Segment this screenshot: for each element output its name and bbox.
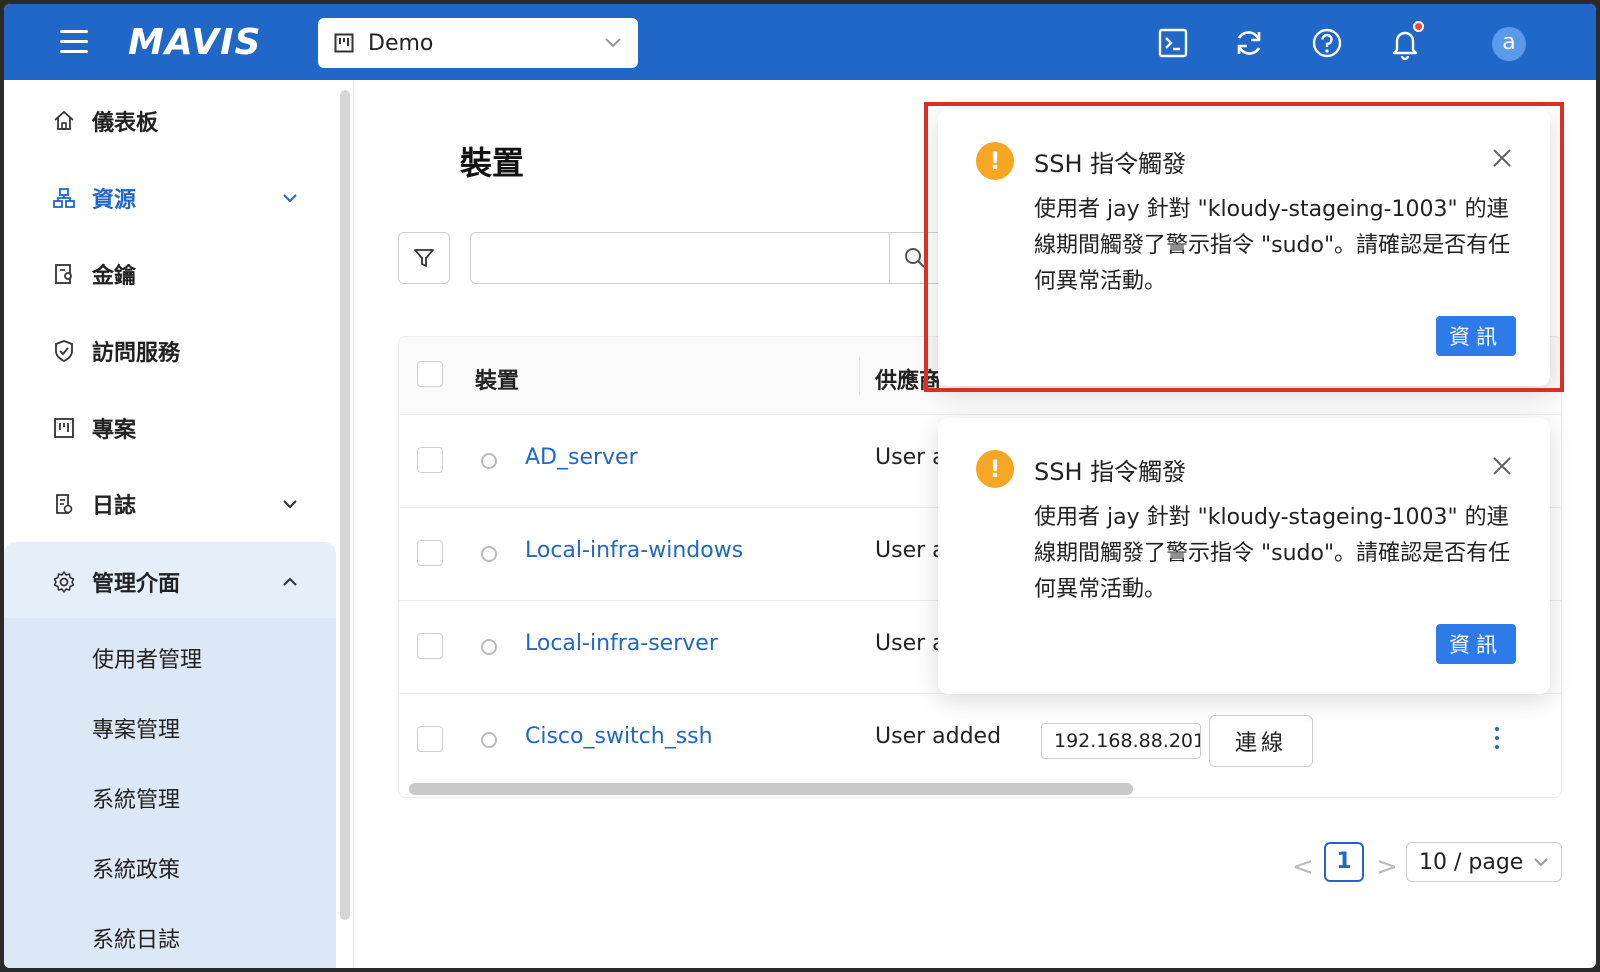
chevron-up-icon xyxy=(283,577,297,586)
provider-cell: User a xyxy=(875,631,946,656)
sidebar-item-label: 專案 xyxy=(92,418,137,443)
search-button[interactable] xyxy=(890,232,940,284)
device-link[interactable]: AD_server xyxy=(525,445,638,470)
shield-check-icon xyxy=(55,340,73,363)
sidebar-sub-system-management[interactable]: 系統管理 xyxy=(92,782,180,814)
refresh-icon[interactable] xyxy=(1232,26,1266,60)
menu-icon[interactable] xyxy=(60,30,88,54)
sidebar-item-dashboard[interactable]: 儀表板 xyxy=(4,85,336,157)
pagination-prev[interactable]: < xyxy=(1292,852,1314,882)
status-dot xyxy=(481,732,497,748)
select-all-checkbox[interactable] xyxy=(417,361,443,387)
sidebar-item-keys[interactable]: 金鑰 xyxy=(4,238,336,310)
status-dot xyxy=(481,546,497,562)
search-icon xyxy=(904,248,925,268)
sidebar-sub-project-management[interactable]: 專案管理 xyxy=(92,712,180,744)
notification-message: 使用者 jay 針對 "kloudy-stageing-1003" 的連線期間觸… xyxy=(1034,505,1511,602)
pagination-next[interactable]: > xyxy=(1376,852,1398,882)
warning-icon: ! xyxy=(976,142,1014,180)
close-icon[interactable] xyxy=(1490,454,1514,478)
table-row: Cisco_switch_ssh User added 192.168.88.2… xyxy=(399,694,1561,787)
notification-title: SSH 指令觸發 xyxy=(1034,458,1187,486)
app-window: MAVIS Demo a 儀表板 資源 金鑰 訪問服務 專案 日誌 管理介面 使… xyxy=(4,4,1596,968)
table-horizontal-scrollbar[interactable] xyxy=(409,783,1133,795)
key-card-icon xyxy=(55,264,72,284)
sidebar-item-access-services[interactable]: 訪問服務 xyxy=(4,315,336,387)
column-divider[interactable] xyxy=(859,357,860,395)
sidebar-item-admin[interactable]: 管理介面 xyxy=(4,546,336,618)
status-dot xyxy=(481,453,497,469)
device-link[interactable]: Local-infra-server xyxy=(525,631,718,656)
sidebar-item-label: 管理介面 xyxy=(92,572,181,597)
notification-title: SSH 指令觸發 xyxy=(1034,150,1187,178)
column-header-provider[interactable]: 供應商 xyxy=(875,363,941,395)
filter-icon xyxy=(414,249,434,267)
info-button[interactable]: 資訊 xyxy=(1436,316,1516,356)
sidebar-sub-system-policy[interactable]: 系統政策 xyxy=(92,852,180,884)
filter-button[interactable] xyxy=(398,232,450,284)
row-checkbox[interactable] xyxy=(417,633,443,659)
ip-address-field[interactable]: 192.168.88.201 xyxy=(1041,723,1201,759)
project-select[interactable]: Demo xyxy=(318,18,638,68)
device-link[interactable]: Cisco_switch_ssh xyxy=(525,724,713,749)
sidebar-item-label: 訪問服務 xyxy=(92,341,181,366)
warning-icon: ! xyxy=(976,450,1014,488)
sidebar-item-label: 金鑰 xyxy=(92,264,137,289)
row-checkbox[interactable] xyxy=(417,540,443,566)
sidebar-item-label: 資源 xyxy=(92,188,137,213)
row-checkbox[interactable] xyxy=(417,447,443,473)
terminal-icon[interactable] xyxy=(1156,26,1190,60)
notification-badge xyxy=(1413,21,1424,32)
page-title: 裝置 xyxy=(460,144,525,182)
gear-icon xyxy=(53,571,75,593)
chevron-down-icon xyxy=(1534,858,1548,867)
connect-button[interactable]: 連線 xyxy=(1209,715,1313,767)
top-header: MAVIS Demo a xyxy=(4,4,1596,80)
row-checkbox[interactable] xyxy=(417,726,443,752)
close-icon[interactable] xyxy=(1490,146,1514,170)
log-file-icon xyxy=(56,494,73,514)
provider-cell: User a xyxy=(875,445,946,470)
sidebar: 儀表板 資源 金鑰 訪問服務 專案 日誌 管理介面 使用者管理 專案管理 系統管… xyxy=(4,80,354,968)
chevron-down-icon xyxy=(283,500,297,509)
project-select-value: Demo xyxy=(368,30,434,56)
sidebar-item-resources[interactable]: 資源 xyxy=(4,162,336,234)
chevron-down-icon xyxy=(283,194,297,203)
avatar[interactable]: a xyxy=(1492,27,1526,61)
notification-card: ! SSH 指令觸發 使用者 jay 針對 "kloudy-stageing-1… xyxy=(938,110,1550,386)
sidebar-sub-system-logs[interactable]: 系統日誌 xyxy=(92,922,180,954)
chevron-down-icon xyxy=(605,38,621,48)
device-link[interactable]: Local-infra-windows xyxy=(525,538,743,563)
notification-message: 使用者 jay 針對 "kloudy-stageing-1003" 的連線期間觸… xyxy=(1034,197,1511,294)
home-icon xyxy=(54,110,74,130)
admin-section: 管理介面 使用者管理 專案管理 系統管理 系統政策 系統日誌 xyxy=(4,542,336,968)
page-size-select[interactable]: 10 / page xyxy=(1406,842,1562,882)
help-icon[interactable] xyxy=(1310,26,1344,60)
page-size-value: 10 / page xyxy=(1419,849,1524,875)
sidebar-sub-user-management[interactable]: 使用者管理 xyxy=(92,642,202,674)
sidebar-scrollbar[interactable] xyxy=(340,90,350,920)
cluster-icon xyxy=(53,188,75,208)
more-actions-icon[interactable] xyxy=(1487,724,1507,754)
search-input[interactable] xyxy=(470,232,890,284)
board-icon xyxy=(334,33,354,53)
status-dot xyxy=(481,639,497,655)
app-logo[interactable]: MAVIS xyxy=(128,22,261,63)
column-header-device[interactable]: 裝置 xyxy=(475,363,519,395)
provider-cell: User a xyxy=(875,538,946,563)
info-button[interactable]: 資訊 xyxy=(1436,624,1516,664)
notification-card: ! SSH 指令觸發 使用者 jay 針對 "kloudy-stageing-1… xyxy=(938,418,1550,694)
sidebar-item-projects[interactable]: 專案 xyxy=(4,392,336,464)
sidebar-item-label: 儀表板 xyxy=(92,111,159,136)
pagination-current-page[interactable]: 1 xyxy=(1324,842,1364,882)
sidebar-item-logs[interactable]: 日誌 xyxy=(4,468,336,540)
provider-cell: User added xyxy=(875,724,1002,749)
board-icon xyxy=(54,418,74,438)
sidebar-item-label: 日誌 xyxy=(92,494,137,519)
